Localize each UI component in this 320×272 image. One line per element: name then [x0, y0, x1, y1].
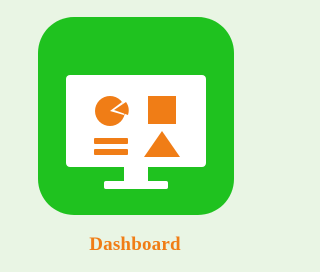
monitor-stand-neck [124, 167, 148, 181]
monitor-screen [66, 75, 206, 167]
square-shape-icon [148, 96, 176, 124]
monitor-stand-base [104, 181, 168, 189]
dashboard-app-icon[interactable] [38, 17, 234, 215]
dashboard-app-tile[interactable]: Dashboard [0, 0, 270, 272]
app-label[interactable]: Dashboard [0, 234, 270, 256]
monitor-icon [66, 75, 206, 189]
